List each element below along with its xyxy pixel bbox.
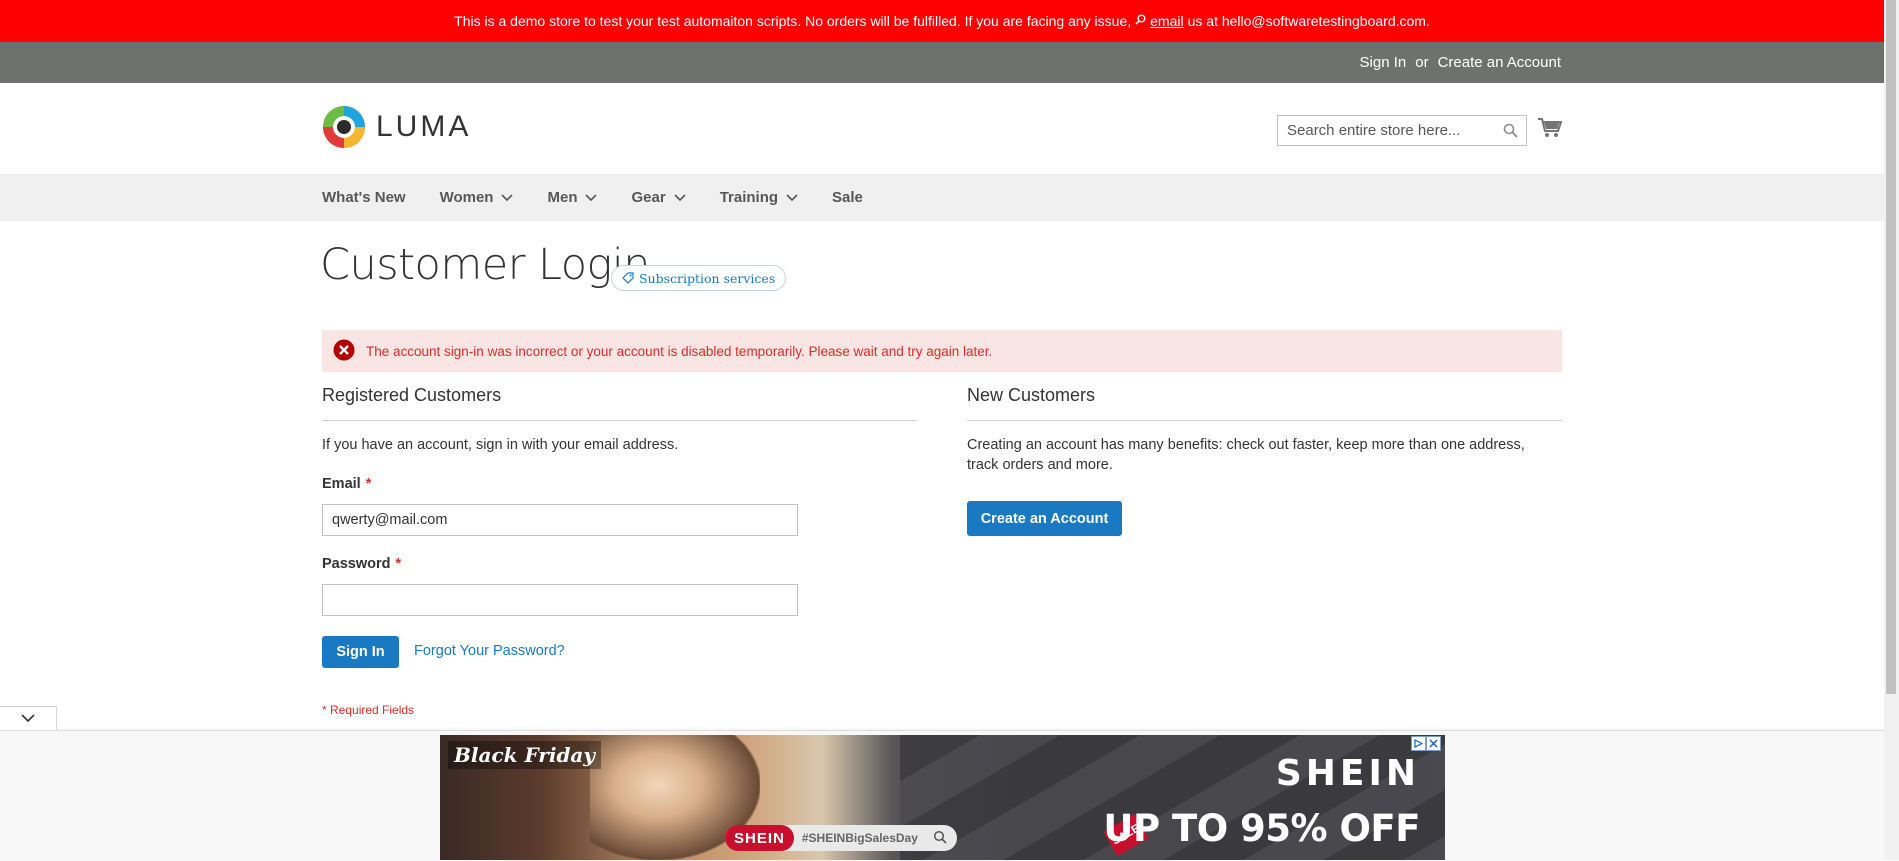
ad-offer: UP TO 95% OFF	[1103, 807, 1420, 850]
ad-controls	[1411, 736, 1441, 751]
demo-notice-text-after: us at hello@softwaretestingboard.com.	[1187, 13, 1430, 29]
ad-search-pill: SHEIN #SHEINBigSalesDay	[725, 825, 957, 851]
registered-customers-title: Registered Customers	[322, 385, 502, 405]
new-customers-text: Creating an account has many benefits: c…	[967, 437, 1525, 473]
nav-item-whats-new[interactable]: What's New	[322, 189, 406, 206]
header-links-bar: Sign In or Create an Account	[0, 42, 1884, 83]
chevron-down-icon	[585, 193, 598, 201]
nav-label: Training	[719, 189, 779, 206]
chevron-down-icon	[674, 193, 686, 201]
or-separator: or	[1415, 54, 1429, 71]
search-icon[interactable]	[1503, 123, 1518, 143]
forgot-password-link[interactable]: Forgot Your Password?	[414, 643, 565, 659]
main-navigation: What's New Women Men Gear Training Sale	[0, 174, 1884, 221]
error-message: The account sign-in was incorrect or you…	[322, 330, 1562, 372]
new-customers-title: New Customers	[967, 385, 1096, 405]
subscription-services-badge[interactable]: Subscription services	[611, 265, 787, 291]
demo-notice-text: This is a demo store to test your test a…	[454, 13, 1132, 29]
nav-label: Sale	[832, 189, 863, 206]
email-link[interactable]: email	[1150, 13, 1183, 29]
badge-label: Subscription services	[639, 270, 776, 286]
tag-icon	[622, 272, 634, 284]
adchoices-icon[interactable]	[1411, 736, 1426, 751]
scrollbar-thumb[interactable]	[1886, 0, 1896, 694]
logo-icon	[323, 106, 365, 148]
collapse-ad-toggle[interactable]	[0, 706, 57, 730]
email-label: Email *	[322, 476, 371, 492]
advertisement-banner[interactable]: Black Friday SHEIN SHEIN #SHEINBigSalesD…	[440, 735, 1445, 860]
registered-divider	[322, 420, 917, 421]
nav-label: Gear	[631, 189, 666, 206]
required-asterisk: *	[365, 476, 372, 492]
ad-pill-brand: SHEIN	[725, 825, 794, 851]
password-label: Password *	[322, 556, 401, 572]
page-title: Customer Login	[320, 240, 651, 290]
chevron-down-icon	[501, 193, 514, 201]
sign-in-button[interactable]: Sign In	[322, 636, 399, 668]
chevron-down-icon	[786, 193, 798, 201]
sign-in-link[interactable]: Sign In	[1360, 54, 1407, 71]
nav-item-men[interactable]: Men	[547, 189, 598, 206]
demo-notice-bar: This is a demo store to test your test a…	[0, 0, 1884, 42]
search-box	[1277, 115, 1527, 146]
magnifier-icon	[1135, 14, 1146, 28]
registered-intro: If you have an account, sign in with you…	[322, 437, 679, 453]
nav-label: Men	[547, 189, 578, 206]
close-icon[interactable]	[1426, 736, 1441, 751]
password-label-text: Password	[322, 556, 391, 572]
new-customers-divider	[967, 420, 1562, 421]
search-input[interactable]	[1278, 116, 1506, 145]
error-icon	[333, 339, 355, 364]
page-scrollbar[interactable]	[1884, 0, 1899, 860]
ad-brand: SHEIN	[1275, 753, 1420, 794]
error-text: The account sign-in was incorrect or you…	[366, 343, 993, 359]
ad-headline: Black Friday	[448, 741, 602, 769]
search-icon	[933, 830, 947, 847]
luma-logo[interactable]: LUMA	[322, 105, 471, 149]
nav-item-sale[interactable]: Sale	[832, 189, 863, 206]
email-field[interactable]	[322, 504, 798, 536]
email-label-text: Email	[322, 476, 361, 492]
nav-label: Women	[439, 189, 494, 206]
cart-icon[interactable]	[1538, 117, 1563, 144]
logo-text: LUMA	[376, 110, 472, 143]
password-field[interactable]	[322, 584, 798, 616]
nav-item-gear[interactable]: Gear	[631, 189, 686, 206]
required-asterisk: *	[395, 556, 402, 572]
required-fields-note: * Required Fields	[322, 703, 415, 717]
nav-item-training[interactable]: Training	[720, 189, 798, 206]
nav-item-women[interactable]: Women	[440, 189, 514, 206]
create-account-button[interactable]: Create an Account	[967, 501, 1122, 536]
create-account-link[interactable]: Create an Account	[1438, 54, 1561, 71]
nav-label: What's New	[322, 189, 406, 206]
chevron-down-icon	[21, 714, 35, 723]
ad-hashtag: #SHEINBigSalesDay	[801, 831, 918, 845]
